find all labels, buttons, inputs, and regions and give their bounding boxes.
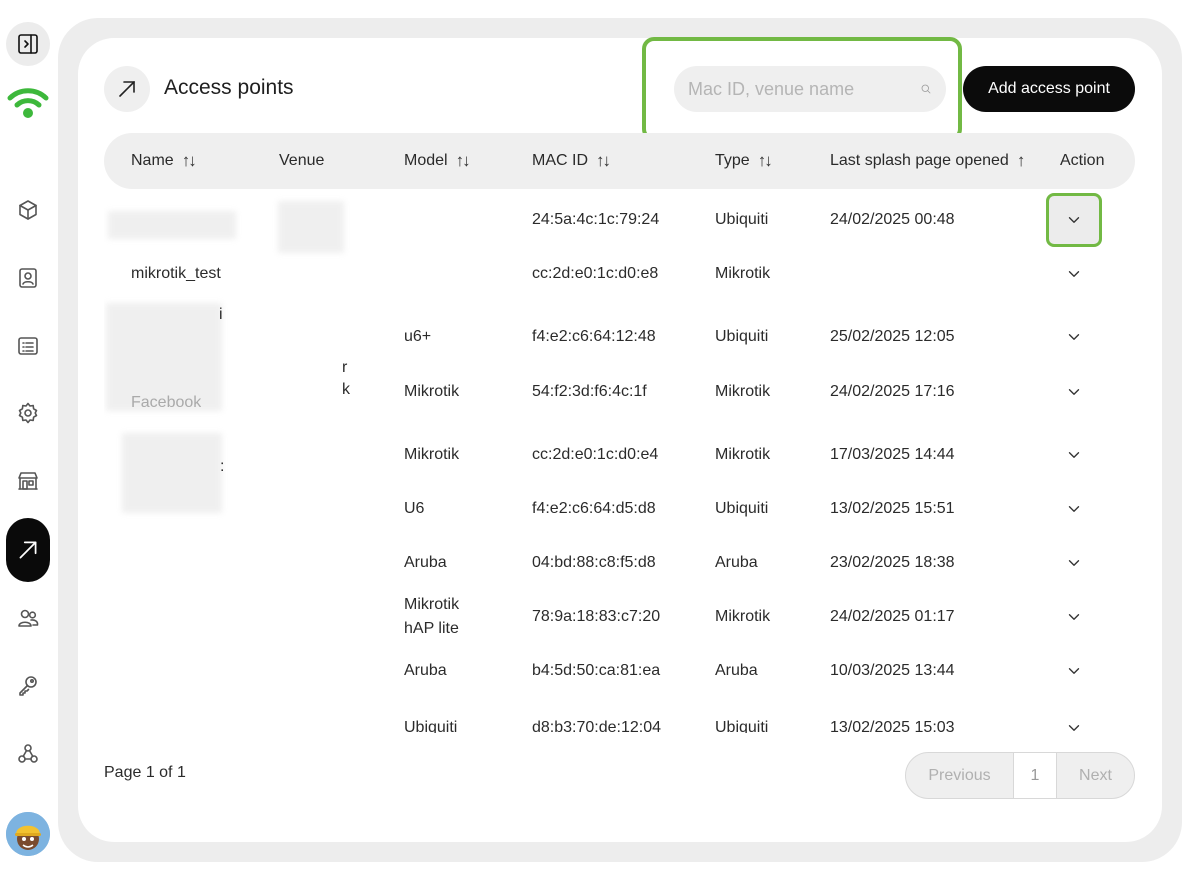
search-input[interactable] xyxy=(688,78,920,100)
chevron-down-icon xyxy=(1068,271,1080,277)
previous-page-button[interactable]: Previous xyxy=(906,753,1013,798)
table-row[interactable]: Ubiquiti d8:b3:70:de:12:04 Ubiquiti 13/0… xyxy=(104,697,1135,733)
row-expand-button[interactable] xyxy=(1062,443,1086,467)
gear-icon xyxy=(18,402,38,424)
arrow-up-right-icon xyxy=(19,541,37,559)
chevron-down-icon xyxy=(1068,725,1080,731)
column-header-action: Action xyxy=(1060,152,1105,169)
key-icon xyxy=(19,676,37,696)
next-page-button[interactable]: Next xyxy=(1057,753,1134,798)
page-icon xyxy=(104,66,150,112)
row-expand-button[interactable] xyxy=(1062,716,1086,733)
table-row[interactable]: U6 f4:e2:c6:64:d5:d8 Ubiquiti 13/02/2025… xyxy=(104,481,1135,535)
sort-icon[interactable]: ↑↓ xyxy=(758,151,773,171)
chevron-down-icon xyxy=(1068,560,1080,566)
page-info: Page 1 of 1 xyxy=(104,764,186,781)
page-title: Access points xyxy=(164,76,294,99)
sidebar-item-contacts[interactable] xyxy=(6,256,50,300)
sort-icon[interactable]: ↑↓ xyxy=(596,151,611,171)
row-expand-button[interactable] xyxy=(1062,262,1086,286)
search-icon[interactable] xyxy=(920,78,932,100)
sidebar-item-integrations[interactable] xyxy=(6,732,50,776)
chevron-down-icon xyxy=(1068,614,1080,620)
sidebar-item-users[interactable] xyxy=(6,596,50,640)
table-row[interactable]: i u6+ f4:e2:c6:64:12:48 Ubiquiti 25/02/2… xyxy=(104,301,1135,355)
sort-asc-icon[interactable]: ↑ xyxy=(1017,151,1026,171)
sidebar-item-settings[interactable] xyxy=(6,391,50,435)
row-expand-button[interactable] xyxy=(1062,380,1086,404)
table-row[interactable]: 24:5a:4c:1c:79:24 Ubiquiti 24/02/2025 00… xyxy=(104,193,1135,247)
row-expand-button[interactable] xyxy=(1062,325,1086,349)
chevron-down-icon xyxy=(1068,217,1080,223)
list-icon xyxy=(18,337,38,355)
sort-icon[interactable]: ↑↓ xyxy=(182,151,197,171)
row-expand-button[interactable] xyxy=(1062,659,1086,683)
users-icon xyxy=(18,609,39,627)
pagination: Previous 1 Next xyxy=(905,752,1135,799)
row-expand-button[interactable] xyxy=(1046,193,1102,247)
column-header-model[interactable]: Model ↑↓ xyxy=(404,133,471,189)
table-row[interactable]: Aruba b4:5d:50:ca:81:ea Aruba 10/03/2025… xyxy=(104,643,1135,697)
table-row[interactable]: : Mikrotik cc:2d:e0:1c:d0:e4 Mikrotik 17… xyxy=(104,427,1135,481)
table-header: Name ↑↓ Venue Model ↑↓ MAC ID ↑↓ Type ↑↓ Las… xyxy=(104,133,1135,189)
sidebar-item-devices[interactable] xyxy=(6,188,50,232)
add-access-point-button[interactable]: Add access point xyxy=(963,66,1135,112)
sidebar-toggle-button[interactable] xyxy=(6,22,50,66)
column-header-type[interactable]: Type ↑↓ xyxy=(715,133,773,189)
page-number-button[interactable]: 1 xyxy=(1013,753,1057,798)
column-header-last-splash[interactable]: Last splash page opened ↑ xyxy=(830,133,1025,189)
column-header-mac-id[interactable]: MAC ID ↑↓ xyxy=(532,133,611,189)
chevron-down-icon xyxy=(1068,452,1080,458)
table-body: 24:5a:4c:1c:79:24 Ubiquiti 24/02/2025 00… xyxy=(104,193,1135,733)
sidebar-item-access-points[interactable] xyxy=(6,518,50,582)
table-row[interactable]: mikrotik_test cc:2d:e0:1c:d0:e8 Mikrotik xyxy=(104,247,1135,301)
table-row[interactable]: Aruba 04:bd:88:c8:f5:d8 Aruba 23/02/2025… xyxy=(104,535,1135,589)
row-expand-button[interactable] xyxy=(1062,551,1086,575)
wifi-logo-icon xyxy=(6,82,50,122)
chevron-down-icon xyxy=(1068,389,1080,395)
sidebar-item-logs[interactable] xyxy=(6,324,50,368)
sidebar-toggle-icon xyxy=(18,34,38,54)
sort-icon[interactable]: ↑↓ xyxy=(456,151,471,171)
user-avatar[interactable] xyxy=(6,812,50,856)
sidebar xyxy=(0,0,56,880)
column-header-venue: Venue xyxy=(279,152,325,169)
contact-card-icon xyxy=(19,268,37,288)
chevron-down-icon xyxy=(1068,506,1080,512)
sidebar-item-keys[interactable] xyxy=(6,664,50,708)
chevron-down-icon xyxy=(1068,668,1080,674)
row-expand-button[interactable] xyxy=(1062,497,1086,521)
store-icon xyxy=(18,472,38,490)
table-row[interactable]: Mikrotik hAP lite 78:9a:18:83:c7:20 Mikr… xyxy=(104,589,1135,643)
column-header-name[interactable]: Name ↑↓ xyxy=(131,133,197,189)
cube-icon xyxy=(19,200,37,220)
webhook-icon xyxy=(18,744,38,763)
arrow-up-right-icon xyxy=(119,81,135,97)
search-field[interactable] xyxy=(674,66,946,112)
chevron-down-icon xyxy=(1068,334,1080,340)
table-row[interactable]: Facebook r k Mikrotik 54:f2:3d:f6:4c:1f … xyxy=(104,355,1135,427)
row-expand-button[interactable] xyxy=(1062,605,1086,629)
sidebar-item-venues[interactable] xyxy=(6,459,50,503)
